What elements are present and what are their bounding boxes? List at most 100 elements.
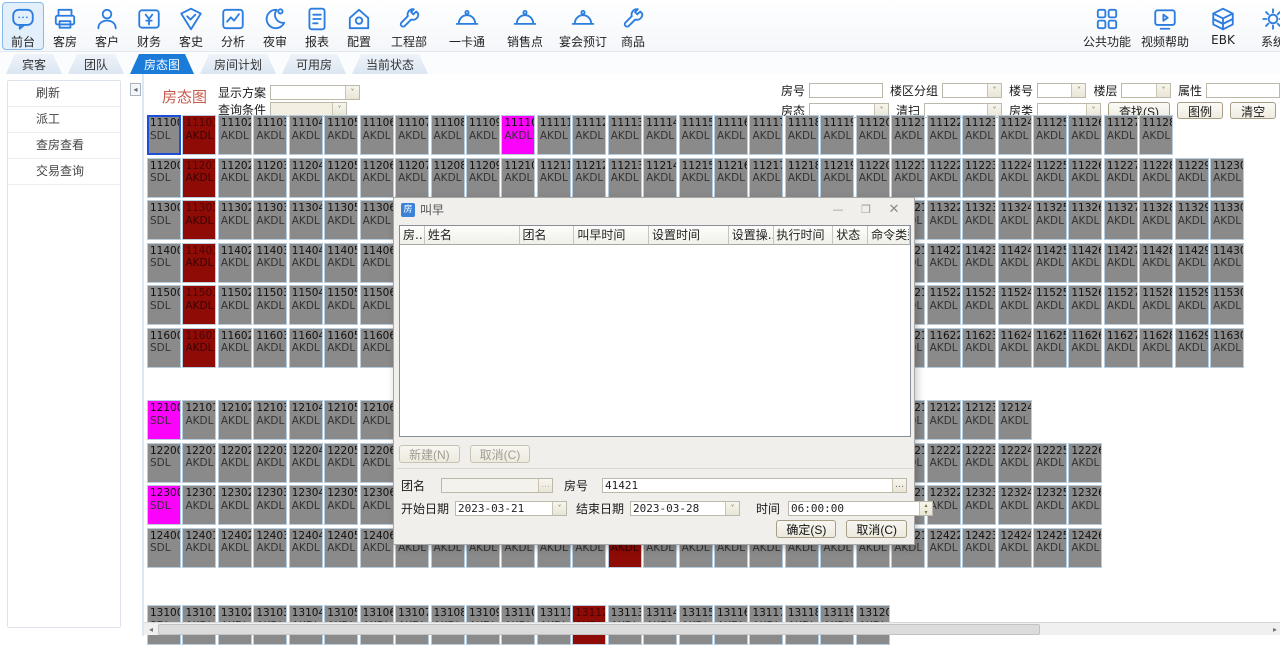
column-header-执行时间[interactable]: 执行时间: [774, 226, 834, 245]
room-cell[interactable]: 11628AKDL: [1139, 328, 1173, 368]
room-cell[interactable]: 11208AKDL: [431, 158, 465, 198]
room-cell[interactable]: 12405AKDL: [324, 528, 358, 568]
toolbar-item-一卡通[interactable]: 一卡通: [438, 2, 496, 50]
room-cell[interactable]: 12100SDL: [147, 400, 181, 440]
room-cell[interactable]: 12223AKDL: [962, 443, 996, 483]
dialog-titlebar[interactable]: 房 叫早 — ❒ ✕: [394, 198, 914, 221]
room-cell[interactable]: 11214AKDL: [643, 158, 677, 198]
toolbar-item-公共功能[interactable]: 公共功能: [1078, 2, 1136, 50]
toolbar-item-配置[interactable]: 配置: [338, 2, 380, 50]
room-cell[interactable]: 11304AKDL: [289, 200, 323, 240]
sidebar-item-派工[interactable]: 派工: [8, 107, 120, 133]
room-cell[interactable]: 11522AKDL: [927, 285, 961, 325]
room-cell[interactable]: 11215AKDL: [679, 158, 713, 198]
room-cell[interactable]: 11425AKDL: [1033, 243, 1067, 283]
chevron-down-icon[interactable]: ˅: [552, 502, 566, 515]
room-cell[interactable]: 11329AKDL: [1175, 200, 1209, 240]
toolbar-item-客房[interactable]: 客房: [44, 2, 86, 50]
room-cell[interactable]: 11505AKDL: [324, 285, 358, 325]
room-cell[interactable]: 12124AKDL: [998, 400, 1032, 440]
toolbar-item-分析[interactable]: 分析: [212, 2, 254, 50]
room-cell[interactable]: 11210AKDL: [501, 158, 535, 198]
room-cell[interactable]: 12106AKDL: [360, 400, 394, 440]
room-cell[interactable]: 11626AKDL: [1068, 328, 1102, 368]
room-cell[interactable]: 11302AKDL: [218, 200, 252, 240]
room-cell[interactable]: 11126AKDL: [1068, 115, 1102, 155]
room-cell[interactable]: 12101AKDL: [182, 400, 216, 440]
room-cell[interactable]: 12200SDL: [147, 443, 181, 483]
room-cell[interactable]: 11604AKDL: [289, 328, 323, 368]
minimize-icon[interactable]: —: [824, 201, 852, 218]
room-cell[interactable]: 12204AKDL: [289, 443, 323, 483]
room-cell[interactable]: 11128AKDL: [1139, 115, 1173, 155]
room-cell[interactable]: 11111AKDL: [537, 115, 571, 155]
dialog-cancel-button[interactable]: 取消(C): [846, 520, 907, 538]
room-cell[interactable]: 11602AKDL: [218, 328, 252, 368]
column-header-设置时间[interactable]: 设置时间: [649, 226, 729, 245]
room-cell[interactable]: 11205AKDL: [324, 158, 358, 198]
room-cell[interactable]: 11401AKDL: [182, 243, 216, 283]
room-cell[interactable]: 11217AKDL: [749, 158, 783, 198]
room-cell[interactable]: 11430AKDL: [1210, 243, 1244, 283]
cancel-entry-button[interactable]: 取消(C): [470, 445, 531, 463]
room-cell[interactable]: 12222AKDL: [927, 443, 961, 483]
tab-房间计划[interactable]: 房间计划: [200, 54, 276, 74]
room-cell[interactable]: 11107AKDL: [395, 115, 429, 155]
room-cell[interactable]: 12403AKDL: [253, 528, 287, 568]
room-cell[interactable]: 11218AKDL: [785, 158, 819, 198]
room-cell[interactable]: 11402AKDL: [218, 243, 252, 283]
room-cell[interactable]: 11211AKDL: [537, 158, 571, 198]
room-cell[interactable]: 12102AKDL: [218, 400, 252, 440]
room-cell[interactable]: 11326AKDL: [1068, 200, 1102, 240]
room-cell[interactable]: 12406AKDL: [360, 528, 394, 568]
room-cell[interactable]: 11123AKDL: [962, 115, 996, 155]
room-cell[interactable]: 11422AKDL: [927, 243, 961, 283]
room-cell[interactable]: 11228AKDL: [1139, 158, 1173, 198]
tab-团队[interactable]: 团队: [68, 54, 124, 74]
sidebar-item-交易查询[interactable]: 交易查询: [8, 159, 120, 185]
start-date-picker[interactable]: 2023-03-21 ˅: [455, 501, 567, 516]
room-cell[interactable]: 11227AKDL: [1104, 158, 1138, 198]
room-cell[interactable]: 12226AKDL: [1068, 443, 1102, 483]
ellipsis-icon[interactable]: …: [892, 479, 906, 492]
room-cell[interactable]: 11303AKDL: [253, 200, 287, 240]
toolbar-item-宴会预订[interactable]: 宴会预订: [554, 2, 612, 50]
room-cell[interactable]: 12323AKDL: [962, 485, 996, 525]
maximize-icon[interactable]: ❒: [852, 201, 880, 218]
room-cell[interactable]: 11400SDL: [147, 243, 181, 283]
room-cell[interactable]: 11305AKDL: [324, 200, 358, 240]
room-cell[interactable]: 11300SDL: [147, 200, 181, 240]
horizontal-scrollbar[interactable]: ◂ ▸: [144, 622, 1280, 635]
room-cell[interactable]: 11504AKDL: [289, 285, 323, 325]
room-cell[interactable]: 11625AKDL: [1033, 328, 1067, 368]
sidebar-item-刷新[interactable]: 刷新: [8, 81, 120, 107]
room-cell[interactable]: 11110AKDL: [501, 115, 535, 155]
room-cell[interactable]: 11503AKDL: [253, 285, 287, 325]
room-cell[interactable]: 11226AKDL: [1068, 158, 1102, 198]
room-cell[interactable]: 11501AKDL: [182, 285, 216, 325]
room-cell[interactable]: 11524AKDL: [998, 285, 1032, 325]
column-header-叫早时间[interactable]: 叫早时间: [574, 226, 649, 245]
room-cell[interactable]: 12303AKDL: [253, 485, 287, 525]
room-cell[interactable]: 11622AKDL: [927, 328, 961, 368]
room-cell[interactable]: 12224AKDL: [998, 443, 1032, 483]
room-cell[interactable]: 12305AKDL: [324, 485, 358, 525]
room-cell[interactable]: 11204AKDL: [289, 158, 323, 198]
group-name-field[interactable]: …: [441, 478, 553, 493]
room-cell[interactable]: 11220AKDL: [856, 158, 890, 198]
tab-可用房[interactable]: 可用房: [282, 54, 346, 74]
close-icon[interactable]: ✕: [880, 201, 908, 218]
room-cell[interactable]: 11127AKDL: [1104, 115, 1138, 155]
room-cell[interactable]: 11109AKDL: [466, 115, 500, 155]
room-cell[interactable]: 11301AKDL: [182, 200, 216, 240]
room-cell[interactable]: 11100SDL: [147, 115, 181, 155]
room-cell[interactable]: 11223AKDL: [962, 158, 996, 198]
room-cell[interactable]: 12300SDL: [147, 485, 181, 525]
room-cell[interactable]: 12201AKDL: [182, 443, 216, 483]
room-cell[interactable]: 11103AKDL: [253, 115, 287, 155]
room-cell[interactable]: 11213AKDL: [608, 158, 642, 198]
room-cell[interactable]: 12105AKDL: [324, 400, 358, 440]
room-cell[interactable]: 12324AKDL: [998, 485, 1032, 525]
room-cell[interactable]: 11605AKDL: [324, 328, 358, 368]
toolbar-item-夜审[interactable]: 夜审: [254, 2, 296, 50]
